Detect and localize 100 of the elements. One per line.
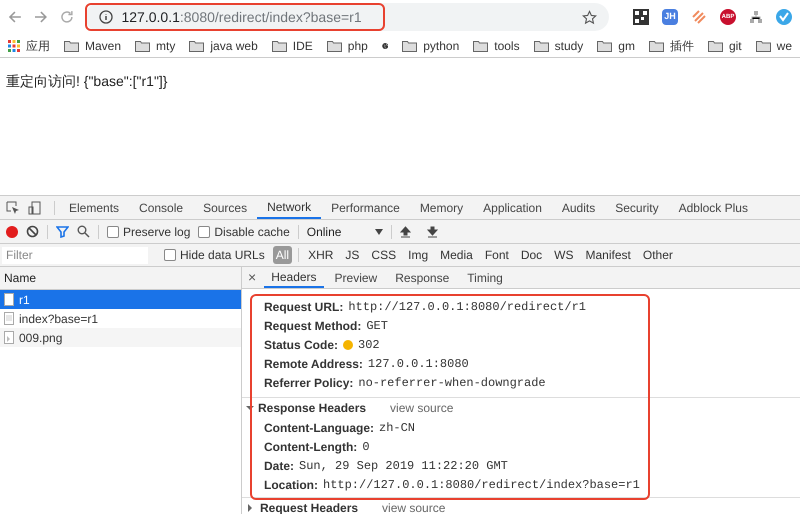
type-filter[interactable]: CSS	[368, 246, 400, 264]
bookmark[interactable]: java web	[189, 36, 258, 54]
type-filter[interactable]: Img	[405, 246, 432, 264]
folder-icon	[64, 40, 79, 52]
folder-icon	[189, 40, 204, 52]
clear-icon[interactable]	[26, 225, 39, 238]
bookmark[interactable]: 应用	[8, 36, 50, 54]
header-value: 127.0.0.1:8080	[368, 356, 469, 373]
filter-icon[interactable]	[56, 225, 69, 238]
type-filter[interactable]: XHR	[305, 246, 336, 264]
devtools-tab[interactable]: Audits	[552, 196, 606, 219]
back-icon[interactable]	[8, 10, 22, 24]
bookmark[interactable]: 插件	[648, 36, 694, 54]
header-value: no-referrer-when-downgrade	[358, 375, 546, 392]
bookmark[interactable]: php	[326, 36, 368, 54]
extension-button[interactable]: JH	[662, 9, 678, 25]
view-source-link[interactable]: view source	[382, 499, 446, 514]
folder-icon	[473, 40, 488, 52]
type-filter[interactable]: Font	[482, 246, 512, 264]
folder-icon	[534, 40, 549, 52]
column-header: Name	[4, 270, 36, 287]
type-filter[interactable]: Media	[437, 246, 476, 264]
header-value: http://127.0.0.1:8080/redirect/index?base=r1	[323, 477, 640, 494]
detail-tab[interactable]: Response	[388, 267, 456, 288]
type-filter[interactable]: Other	[640, 246, 676, 264]
checkbox-label: Hide data URLs	[180, 247, 265, 264]
document-icon	[4, 312, 14, 325]
close-button[interactable]: ×	[248, 267, 256, 288]
bookmark[interactable]: git	[708, 36, 742, 54]
header-value: zh-CN	[379, 420, 416, 437]
bookmark[interactable]: IDE	[272, 36, 313, 54]
filter-field[interactable]: Filter	[2, 246, 148, 264]
header-name: Content-Language:	[264, 420, 374, 437]
device-icon[interactable]	[28, 200, 42, 214]
devtools-tab[interactable]: Performance	[321, 196, 410, 219]
image-file-icon	[4, 331, 14, 344]
request-row[interactable]: 009.png	[0, 328, 241, 347]
page-text: 重定向访问! {"base":["r1"]}	[6, 73, 168, 89]
header-name: Content-Length:	[264, 439, 358, 456]
checkbox[interactable]	[164, 249, 176, 261]
document-icon	[4, 293, 14, 306]
type-filter[interactable]: WS	[551, 246, 577, 264]
header-value: GET	[366, 318, 388, 335]
info-icon[interactable]	[99, 10, 114, 24]
bookmark[interactable]: mty	[135, 36, 176, 54]
header-name: Request Method:	[264, 318, 362, 335]
sitemap-icon[interactable]	[749, 10, 764, 24]
search-icon[interactable]	[77, 225, 90, 238]
qr-code-icon[interactable]	[633, 9, 650, 25]
header-name: Referrer Policy:	[264, 375, 354, 392]
folder-icon	[272, 40, 287, 52]
devtools-tab[interactable]: Memory	[410, 196, 474, 219]
devtools-tab[interactable]: Adblock Plus	[668, 196, 758, 219]
header-value: http://127.0.0.1:8080/redirect/r1	[348, 299, 586, 316]
devtools-tab[interactable]: Console	[129, 196, 194, 219]
apps-grid-icon	[8, 40, 20, 52]
inspect-icon[interactable]	[6, 200, 20, 214]
header-name: Remote Address:	[264, 356, 363, 373]
devtools-tab[interactable]: Application	[473, 196, 552, 219]
folder-icon	[648, 40, 664, 52]
checkbox-label: Disable cache	[214, 224, 290, 240]
devtools-tab[interactable]: Elements	[59, 196, 130, 219]
bookmark[interactable]: python	[402, 36, 460, 54]
check-circle-icon[interactable]	[776, 9, 792, 25]
forward-icon[interactable]	[34, 10, 48, 24]
header-name: Status Code:	[264, 337, 338, 354]
bookmark[interactable]: gm	[597, 36, 635, 54]
download-icon[interactable]	[426, 226, 438, 238]
dropdown-icon	[374, 228, 383, 234]
devtools-tab[interactable]: Security	[605, 196, 669, 219]
bookmark[interactable]: study	[534, 36, 584, 54]
type-filter[interactable]: Manifest	[582, 246, 634, 264]
checkbox[interactable]	[198, 226, 210, 238]
star-icon[interactable]	[582, 10, 598, 24]
address-bar[interactable]: 127.0.0.1:8080/redirect/index?base=r1	[85, 3, 610, 31]
upload-icon[interactable]	[400, 226, 411, 238]
bookmark[interactable]: Maven	[64, 36, 122, 54]
detail-tab[interactable]: Headers	[264, 267, 324, 288]
checkbox-label: Preserve log	[123, 224, 190, 240]
folder-icon	[326, 40, 342, 52]
header-value: 302	[358, 337, 380, 354]
throttling-select[interactable]: Online	[306, 222, 383, 240]
bookmark[interactable]: tools	[473, 36, 520, 54]
bookmark[interactable]: we	[756, 36, 792, 54]
devtools-tab[interactable]: Sources	[193, 196, 258, 219]
detail-tab[interactable]: Timing	[460, 267, 510, 288]
record-button[interactable]	[6, 226, 18, 238]
header-value: Sun, 29 Sep 2019 11:22:20 GMT	[299, 458, 508, 475]
header-name: Location:	[264, 477, 318, 494]
type-filter[interactable]: JS	[342, 246, 362, 264]
checkbox[interactable]	[107, 226, 119, 238]
header-value: 0	[362, 439, 370, 456]
folder-icon	[708, 40, 723, 52]
request-row[interactable]: r1	[0, 290, 241, 309]
view-source-link[interactable]: view source	[390, 399, 454, 417]
folder-icon	[756, 40, 771, 52]
detail-tab[interactable]: Preview	[328, 267, 384, 288]
type-filter[interactable]: Doc	[518, 246, 546, 264]
request-row[interactable]: index?base=r1	[0, 309, 241, 328]
section-title[interactable]: Response Headers	[258, 399, 366, 417]
